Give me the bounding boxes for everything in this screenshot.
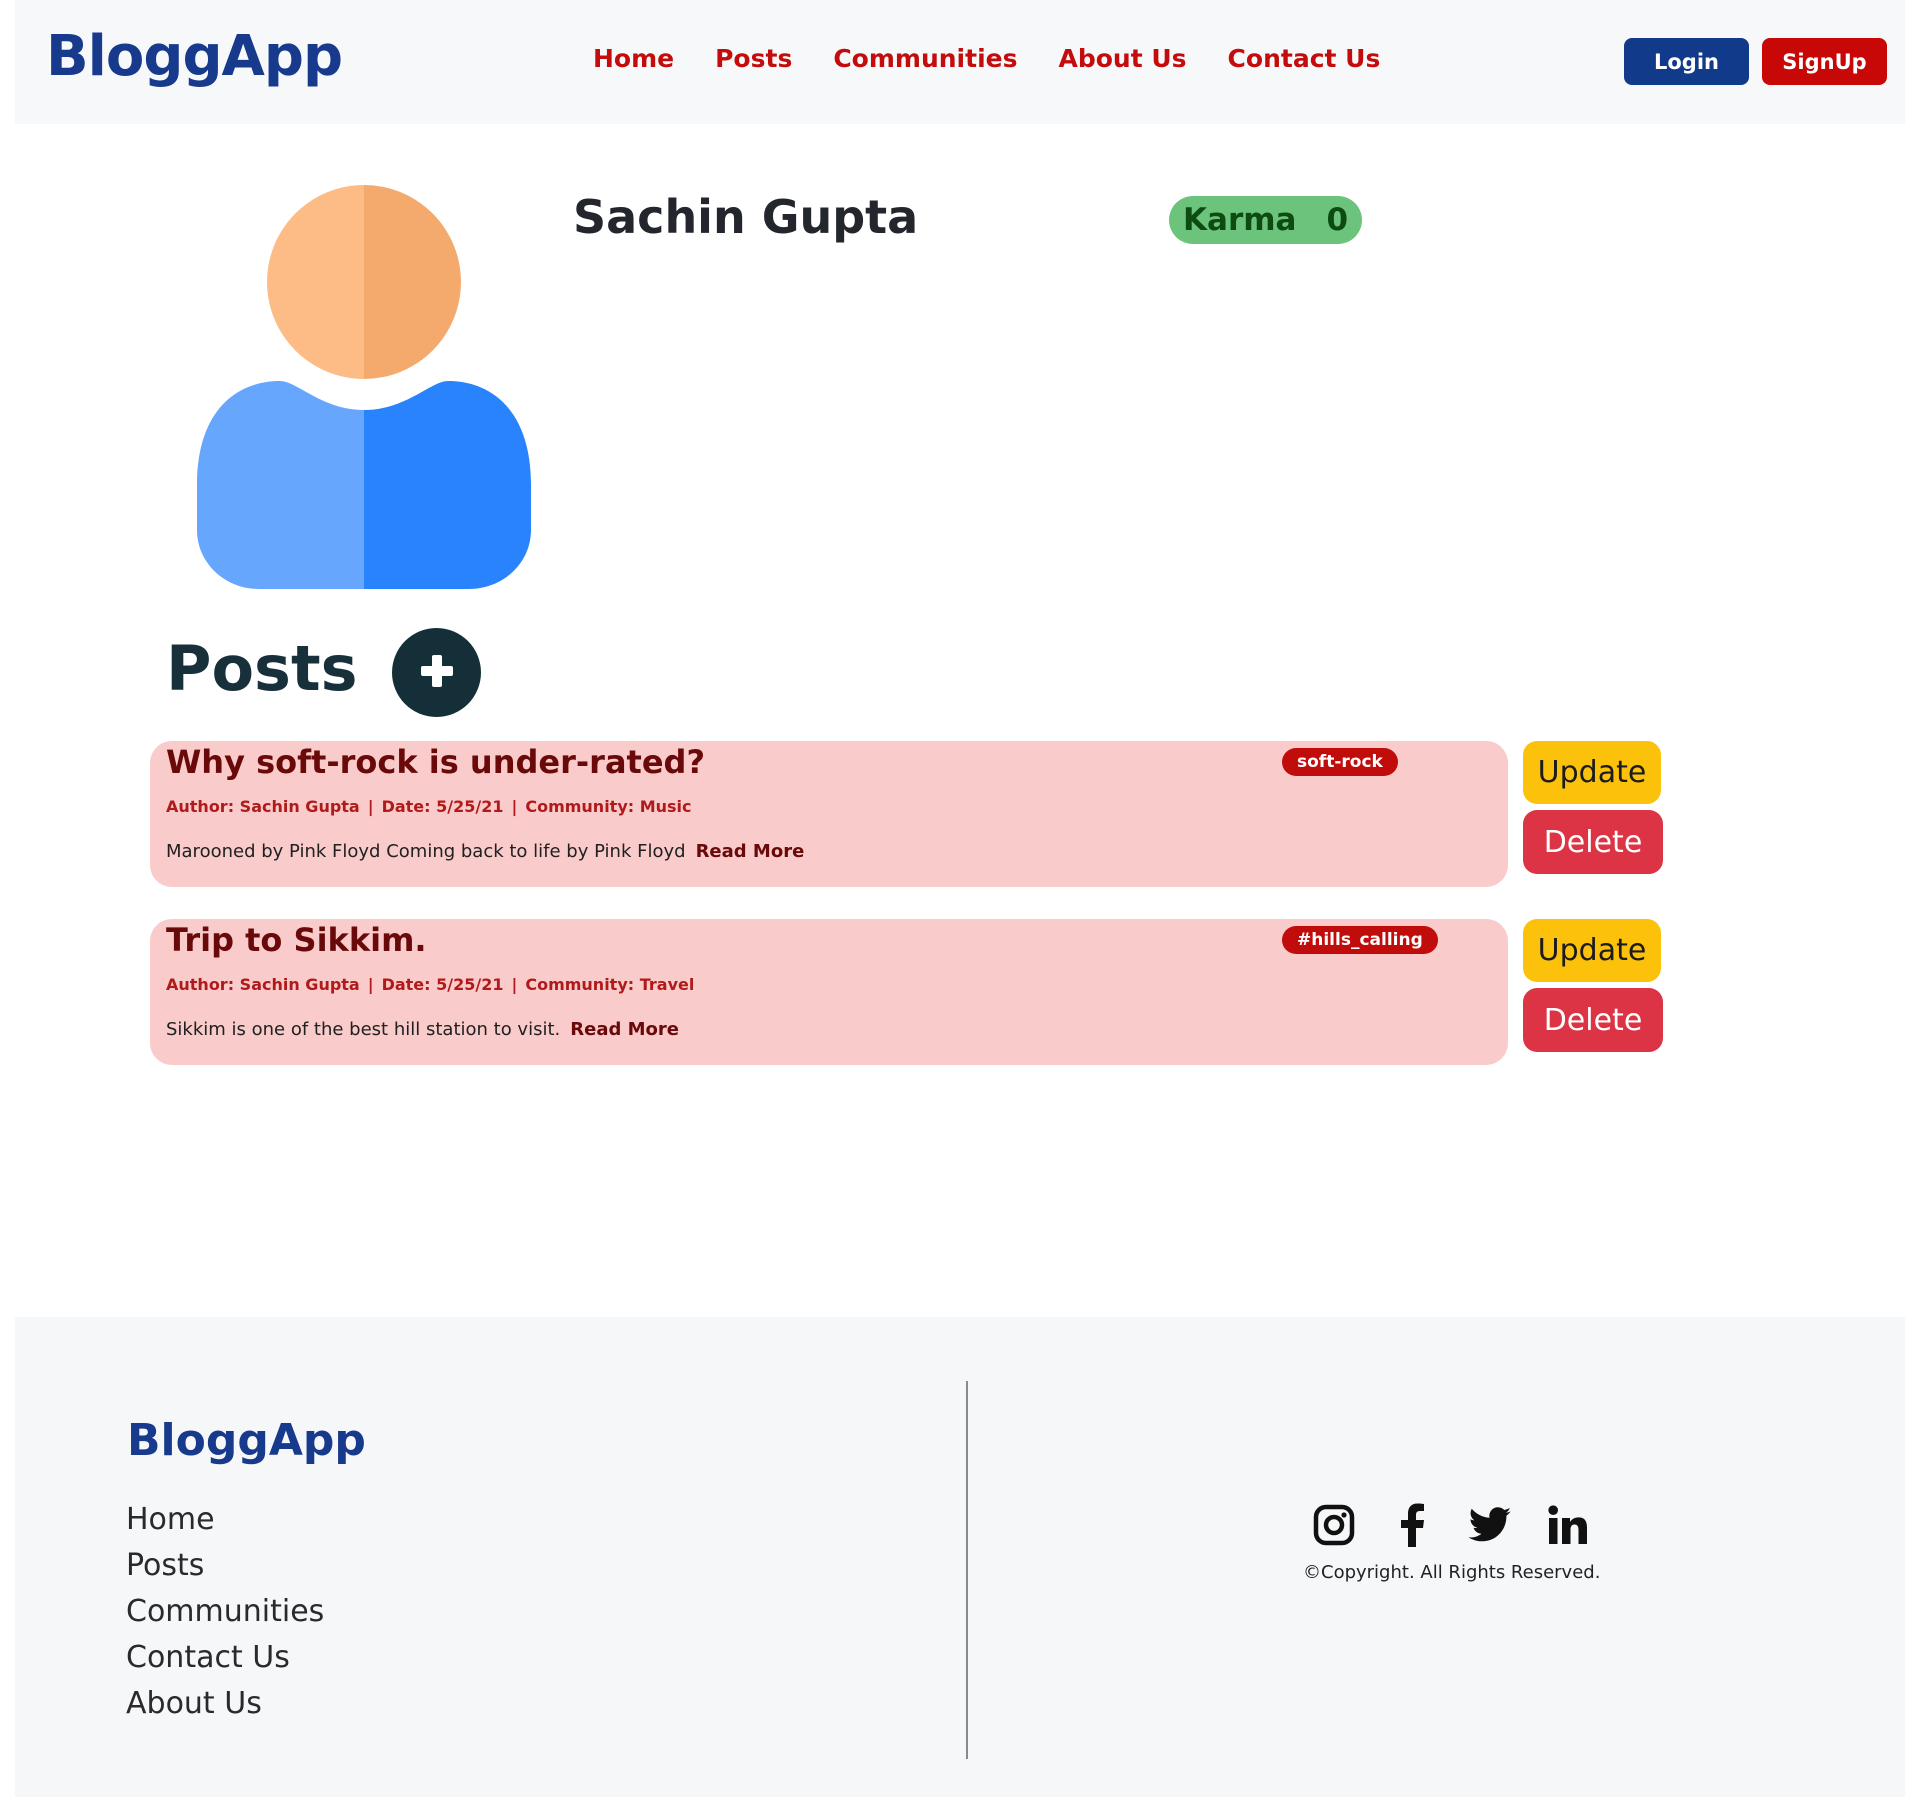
post-date: Date: 5/25/21 (381, 797, 504, 816)
instagram-icon[interactable] (1312, 1503, 1356, 1547)
post-meta: Author: Sachin Gupta | Date: 5/25/21 | Commu… (166, 975, 694, 994)
login-button[interactable]: Login (1624, 38, 1749, 85)
footer-brand-logo[interactable]: BloggApp (127, 1415, 366, 1466)
posts-heading: Posts (166, 632, 358, 705)
plus-icon (419, 653, 455, 692)
linkedin-icon[interactable] (1546, 1503, 1590, 1547)
footer-link-communities[interactable]: Communities (126, 1589, 324, 1635)
twitter-icon[interactable] (1468, 1503, 1512, 1547)
post-card: Why soft-rock is under-rated? soft-rock … (150, 741, 1508, 887)
footer-links: Home Posts Communities Contact Us About … (126, 1497, 324, 1727)
update-button[interactable]: Update (1523, 741, 1661, 804)
social-icons (1312, 1503, 1590, 1547)
post-meta: Author: Sachin Gupta | Date: 5/25/21 | Commu… (166, 797, 692, 816)
nav-link-posts[interactable]: Posts (715, 44, 792, 73)
post-excerpt: Marooned by Pink Floyd Coming back to li… (166, 841, 686, 862)
meta-separator: | (367, 797, 374, 816)
post-body: Sikkim is one of the best hill station t… (166, 1019, 679, 1040)
post-community: Community: Music (525, 797, 692, 816)
footer: BloggApp Home Posts Communities Contact … (15, 1317, 1905, 1797)
karma-badge: Karma 0 (1169, 196, 1362, 244)
meta-separator: | (367, 975, 374, 994)
karma-value: 0 (1326, 202, 1349, 238)
facebook-icon[interactable] (1390, 1503, 1434, 1547)
footer-link-contact-us[interactable]: Contact Us (126, 1635, 324, 1681)
nav-links: Home Posts Communities About Us Contact … (593, 44, 1421, 73)
post-title[interactable]: Trip to Sikkim. (166, 921, 427, 959)
nav-link-communities[interactable]: Communities (833, 44, 1017, 73)
post-author: Author: Sachin Gupta (166, 797, 360, 816)
post-tag[interactable]: #hills_calling (1282, 926, 1438, 954)
karma-label: Karma (1183, 202, 1297, 238)
read-more-link[interactable]: Read More (570, 1019, 679, 1040)
signup-button[interactable]: SignUp (1762, 38, 1887, 85)
footer-link-home[interactable]: Home (126, 1497, 324, 1543)
user-avatar-icon (197, 185, 535, 590)
copyright-text: ©Copyright. All Rights Reserved. (1303, 1562, 1601, 1583)
update-button[interactable]: Update (1523, 919, 1661, 982)
nav-link-home[interactable]: Home (593, 44, 674, 73)
footer-divider (966, 1381, 968, 1759)
post-author: Author: Sachin Gupta (166, 975, 360, 994)
read-more-link[interactable]: Read More (696, 841, 805, 862)
delete-button[interactable]: Delete (1523, 988, 1663, 1052)
meta-separator: | (511, 975, 518, 994)
post-tag[interactable]: soft-rock (1282, 748, 1398, 776)
post-body: Marooned by Pink Floyd Coming back to li… (166, 841, 804, 862)
navbar: BloggApp Home Posts Communities About Us… (15, 0, 1905, 124)
nav-link-about-us[interactable]: About Us (1058, 44, 1186, 73)
delete-button[interactable]: Delete (1523, 810, 1663, 874)
post-date: Date: 5/25/21 (381, 975, 504, 994)
footer-link-about-us[interactable]: About Us (126, 1681, 324, 1727)
profile-name: Sachin Gupta (573, 190, 919, 244)
post-title[interactable]: Why soft-rock is under-rated? (166, 743, 705, 781)
footer-link-posts[interactable]: Posts (126, 1543, 324, 1589)
post-excerpt: Sikkim is one of the best hill station t… (166, 1019, 561, 1040)
post-card: Trip to Sikkim. #hills_calling Author: S… (150, 919, 1508, 1065)
add-post-button[interactable] (392, 628, 481, 717)
brand-logo[interactable]: BloggApp (46, 24, 343, 89)
meta-separator: | (511, 797, 518, 816)
nav-link-contact-us[interactable]: Contact Us (1228, 44, 1381, 73)
post-community: Community: Travel (525, 975, 695, 994)
